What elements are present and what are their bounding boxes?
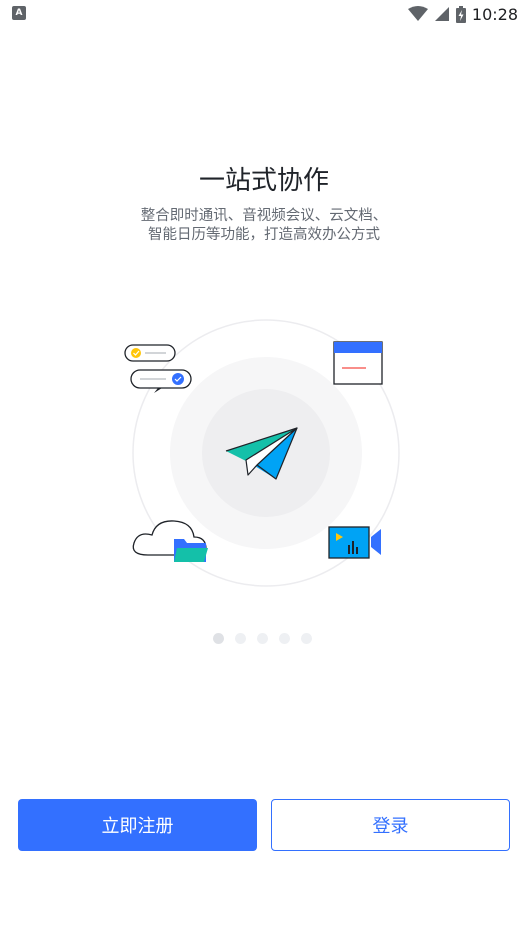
login-button[interactable]: 登录 [271,799,510,851]
subtitle-line-2: 智能日历等功能，打造高效办公方式 [148,227,380,243]
chat-bubbles-icon [124,344,192,393]
status-bar: A 10:28 [0,0,528,28]
page-dot-2[interactable] [235,633,246,644]
status-bar-right: 10:28 [407,3,518,25]
subtitle-line-1: 整合即时通讯、音视频会议、云文档、 [140,208,388,224]
page-indicator [213,633,312,644]
page-dot-4[interactable] [279,633,290,644]
onboarding-subtitle: 整合即时通讯、音视频会议、云文档、 智能日历等功能，打造高效办公方式 [0,207,528,245]
notification-icon: A [12,6,26,20]
battery-charging-icon [455,5,466,23]
cellular-signal-icon [434,7,449,21]
onboarding-title: 一站式协作 [198,166,329,196]
page-dot-1[interactable] [213,633,224,644]
register-button[interactable]: 立即注册 [18,799,257,851]
cloud-folder-icon [132,520,208,562]
calendar-window-icon [333,341,383,385]
page-dot-5[interactable] [301,633,312,644]
status-time: 10:28 [471,4,518,24]
page-dot-3[interactable] [257,633,268,644]
wifi-icon [407,6,428,21]
onboarding-illustration [124,319,400,587]
